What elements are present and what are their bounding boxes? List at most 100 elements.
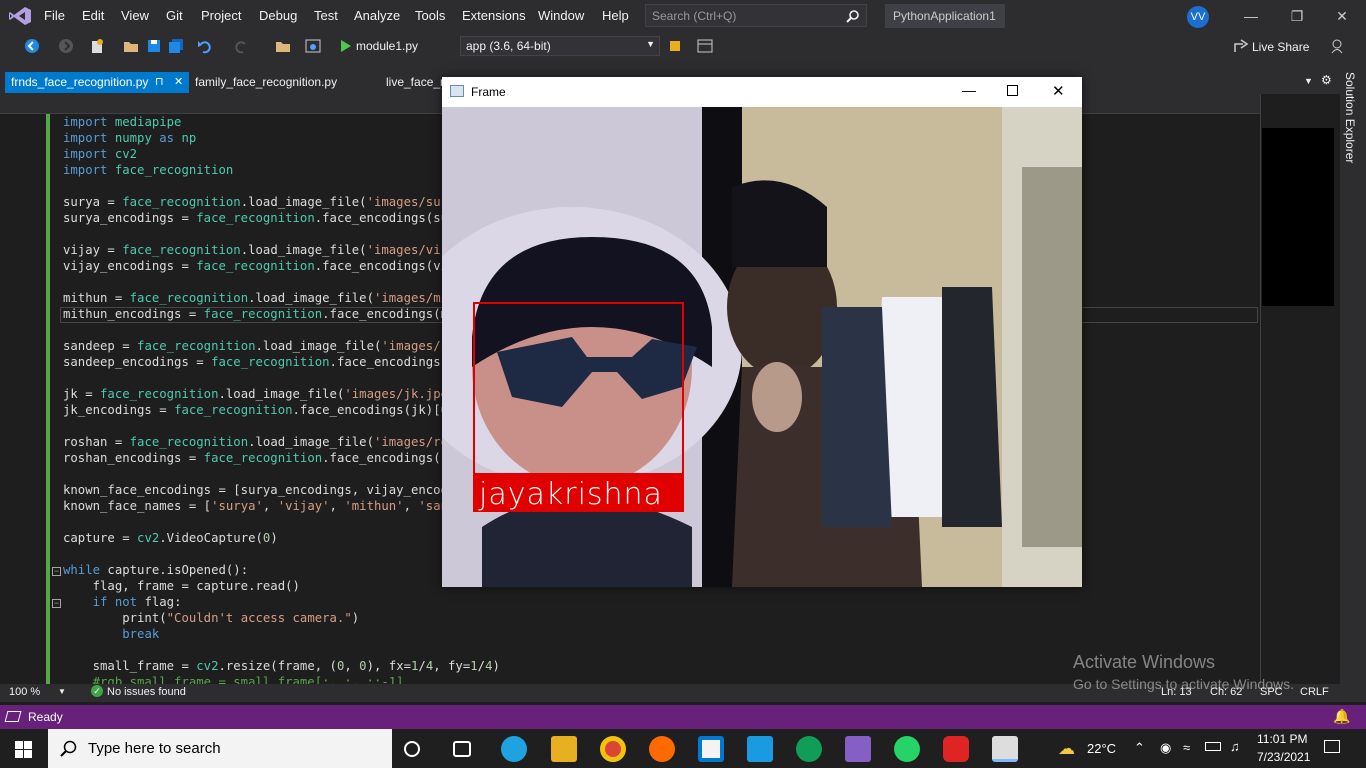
frame-maximize-icon[interactable] <box>1007 85 1018 96</box>
save-all-icon[interactable] <box>168 38 184 54</box>
code-line[interactable]: sandeep = face_recognition.load_image_fi… <box>63 339 463 355</box>
forward-icon[interactable] <box>58 38 74 54</box>
firefox-icon[interactable] <box>649 736 675 762</box>
code-line[interactable]: while capture.isOpened(): <box>63 563 248 579</box>
notifications-icon[interactable]: 🔔 <box>1333 708 1350 725</box>
code-line[interactable]: mithun = face_recognition.load_image_fil… <box>63 291 463 307</box>
python-environment-select[interactable]: app (3.6, 64-bit) ▼ <box>460 36 660 56</box>
code-line[interactable]: capture = cv2.VideoCapture(0) <box>63 531 278 547</box>
user-avatar[interactable]: VV <box>1187 6 1209 28</box>
menu-debug[interactable]: Debug <box>259 8 297 23</box>
solution-explorer-label[interactable]: Solution Explorer <box>1343 72 1357 163</box>
edge-icon[interactable] <box>501 736 527 762</box>
menu-window[interactable]: Window <box>538 8 584 23</box>
startup-item-dropdown[interactable]: module1.py <box>356 39 418 53</box>
menu-git[interactable]: Git <box>166 8 183 23</box>
tab-family-face-recognition[interactable]: family_face_recognition.py <box>189 72 359 93</box>
clock-date[interactable]: 7/23/2021 <box>1257 750 1310 764</box>
menu-extensions[interactable]: Extensions <box>462 8 526 23</box>
network-icon[interactable]: ◉ <box>1160 740 1171 756</box>
weather-icon[interactable]: ☁ <box>1058 739 1075 759</box>
close-icon[interactable]: ✕ <box>1332 8 1352 25</box>
tab-frnds-face-recognition[interactable]: frnds_face_recognition.py ⊓ ✕ <box>5 72 189 93</box>
menu-edit[interactable]: Edit <box>82 8 104 23</box>
taskbar-search-box[interactable]: Type here to search <box>48 729 392 768</box>
browser-icon[interactable] <box>305 38 321 54</box>
output-icon[interactable] <box>4 711 22 722</box>
live-share-icon[interactable] <box>1233 38 1249 54</box>
tab-overflow-icon[interactable]: ▼ <box>1304 76 1313 86</box>
code-line[interactable]: import face_recognition <box>63 163 233 179</box>
chevron-down-icon[interactable]: ▼ <box>58 687 66 696</box>
code-line[interactable]: print("Couldn't access camera.") <box>63 611 359 627</box>
code-line[interactable]: surya_encodings = face_recognition.face_… <box>63 211 463 227</box>
solution-name-badge[interactable]: PythonApplication1 <box>885 4 1005 28</box>
code-line[interactable]: vijay_encodings = face_recognition.face_… <box>63 259 463 275</box>
app-grid-icon[interactable] <box>943 736 969 762</box>
visual-studio-taskbar-icon[interactable] <box>845 736 871 762</box>
live-share-button[interactable]: Live Share <box>1252 40 1309 54</box>
weather-temperature[interactable]: 22°C <box>1087 741 1116 756</box>
layout-icon[interactable] <box>697 38 713 54</box>
frame-window-taskbar-icon[interactable] <box>992 736 1018 762</box>
open-folder-icon[interactable] <box>123 38 139 54</box>
redo-icon[interactable] <box>233 38 249 54</box>
chrome-profile-icon[interactable] <box>796 736 822 762</box>
clock-time[interactable]: 11:01 PM <box>1257 732 1307 746</box>
code-line[interactable]: roshan_encodings = face_recognition.face… <box>63 451 463 467</box>
wifi-icon[interactable]: ≈ <box>1183 740 1190 755</box>
code-line[interactable]: jk_encodings = face_recognition.face_enc… <box>63 403 455 419</box>
start-button[interactable] <box>0 729 48 768</box>
file-explorer-icon[interactable] <box>551 736 577 762</box>
run-icon[interactable] <box>338 38 354 54</box>
fold-toggle-icon[interactable]: − <box>52 567 61 576</box>
minimap-viewport[interactable] <box>1262 128 1334 306</box>
code-line[interactable]: roshan = face_recognition.load_image_fil… <box>63 435 463 451</box>
tab-live-face-recognition[interactable]: live_face_r <box>380 72 450 93</box>
battery-icon[interactable] <box>1205 742 1221 751</box>
chrome-icon[interactable] <box>600 736 626 762</box>
chevron-up-icon[interactable]: ⌃ <box>1134 740 1145 756</box>
frame-minimize-icon[interactable]: — <box>962 82 976 98</box>
cortana-icon[interactable] <box>404 741 420 757</box>
code-line[interactable]: import numpy as np <box>63 131 196 147</box>
code-line[interactable]: mithun_encodings = face_recognition.face… <box>63 307 463 323</box>
find-in-files-icon[interactable] <box>275 38 291 54</box>
restore-icon[interactable]: ❐ <box>1287 8 1307 25</box>
volume-icon[interactable]: ♫ <box>1230 739 1240 754</box>
tab-close-icon[interactable]: ✕ <box>174 75 183 88</box>
task-view-icon[interactable] <box>453 741 471 757</box>
minimize-icon[interactable]: — <box>1241 8 1261 24</box>
menu-tools[interactable]: Tools <box>415 8 445 23</box>
zoom-level[interactable]: 100 % <box>9 686 40 698</box>
menu-file[interactable]: File <box>44 8 65 23</box>
fold-toggle-icon[interactable]: − <box>52 599 61 608</box>
code-line[interactable]: vijay = face_recognition.load_image_file… <box>63 243 463 259</box>
code-line[interactable]: if not flag: <box>63 595 182 611</box>
store-icon[interactable] <box>698 736 724 762</box>
frame-close-icon[interactable]: ✕ <box>1052 82 1065 100</box>
code-line[interactable]: flag, frame = capture.read() <box>63 579 300 595</box>
code-line[interactable]: jk = face_recognition.load_image_file('i… <box>63 387 463 403</box>
code-line[interactable]: sandeep_encodings = face_recognition.fac… <box>63 355 463 371</box>
code-line[interactable]: import mediapipe <box>63 115 181 131</box>
menu-analyze[interactable]: Analyze <box>354 8 400 23</box>
code-line[interactable]: import cv2 <box>63 147 137 163</box>
menu-help[interactable]: Help <box>602 8 629 23</box>
code-line[interactable]: known_face_names = ['surya', 'vijay', 'm… <box>63 499 463 515</box>
menu-view[interactable]: View <box>121 8 149 23</box>
issues-status[interactable]: No issues found <box>107 686 186 698</box>
python-environments-icon[interactable] <box>667 38 683 54</box>
new-project-icon[interactable] <box>89 38 105 54</box>
search-input[interactable]: Search (Ctrl+Q) <box>645 4 867 27</box>
action-center-icon[interactable] <box>1324 740 1340 753</box>
mail-icon[interactable] <box>747 736 773 762</box>
save-icon[interactable] <box>146 38 162 54</box>
undo-icon[interactable] <box>197 38 213 54</box>
pin-icon[interactable]: ⊓ <box>155 75 164 88</box>
gear-icon[interactable]: ⚙ <box>1321 73 1332 87</box>
code-line[interactable]: surya = face_recognition.load_image_file… <box>63 195 463 211</box>
feedback-icon[interactable] <box>1330 38 1346 54</box>
menu-project[interactable]: Project <box>201 8 241 23</box>
code-line[interactable]: #rgb_small_frame = small_frame[:, :, ::-… <box>63 675 404 684</box>
